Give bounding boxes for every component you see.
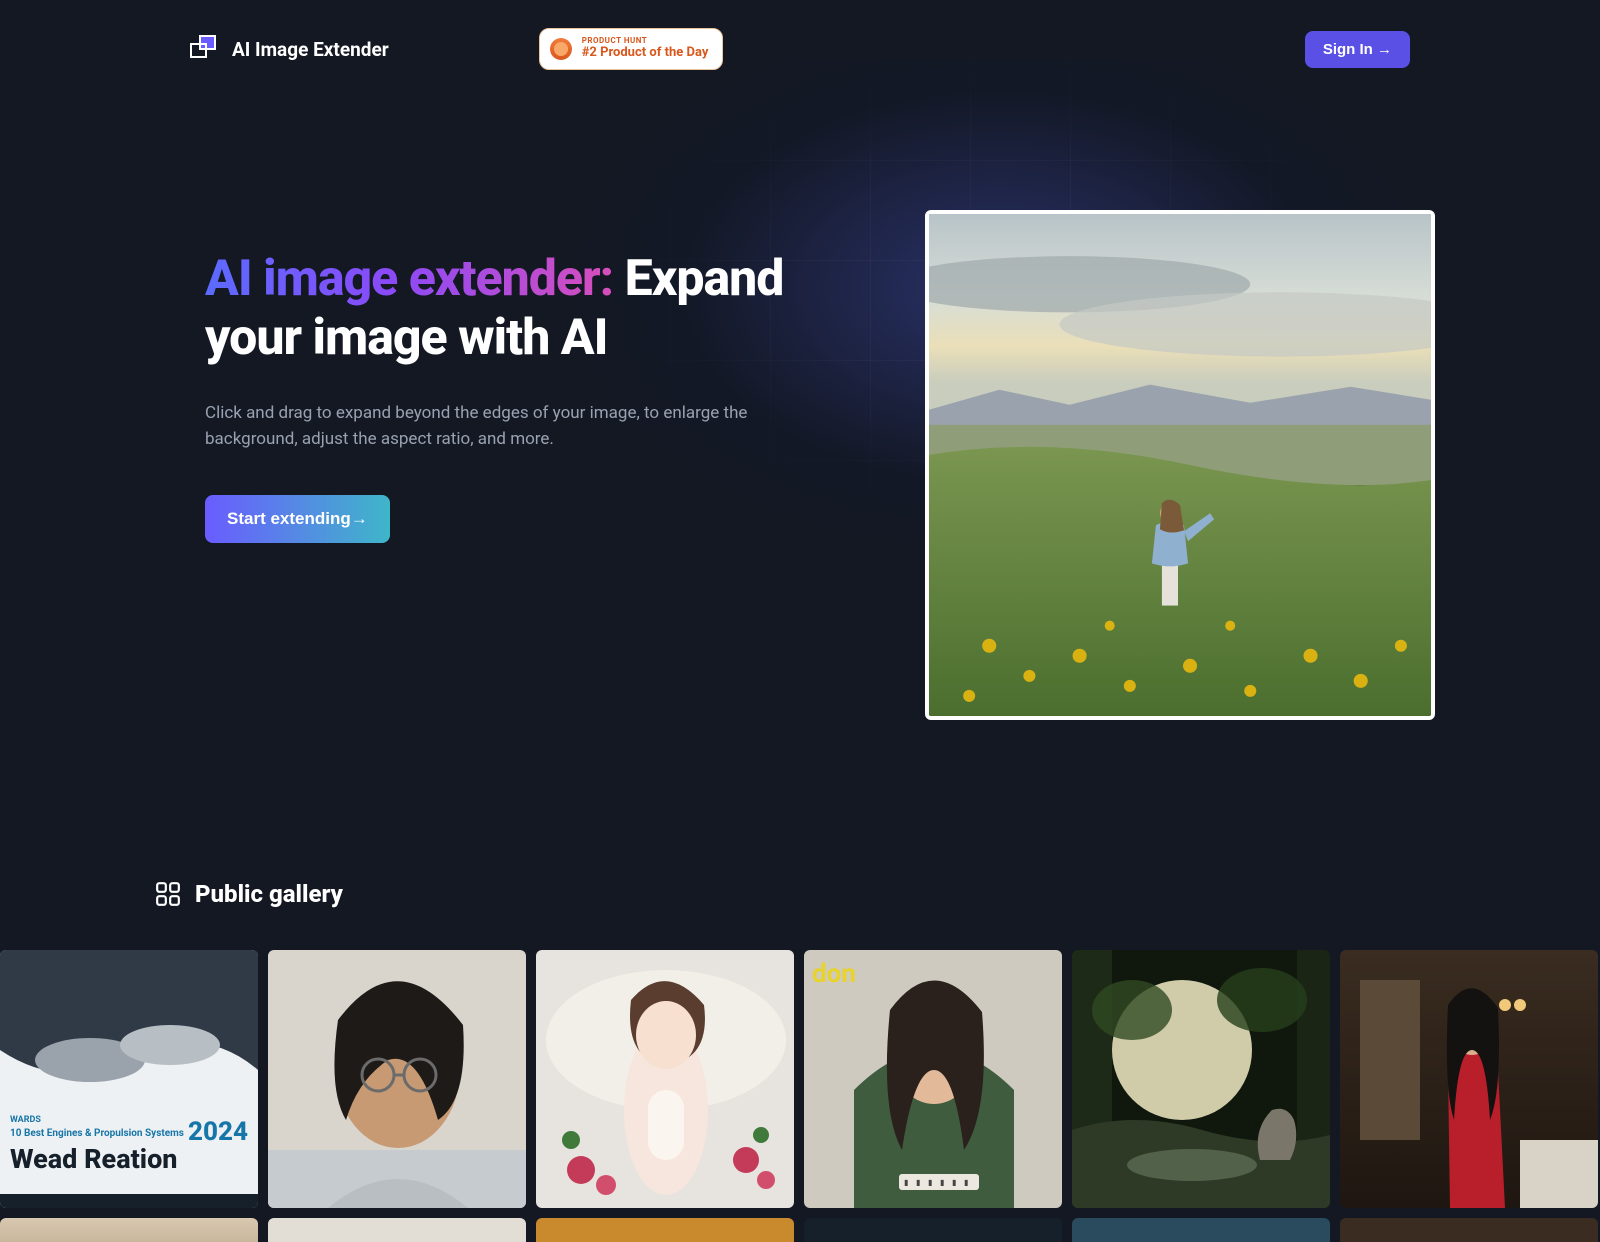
- ph-rank: #2 Product of the Day: [582, 46, 709, 60]
- gallery-item[interactable]: [1340, 950, 1598, 1208]
- logo-icon: [190, 35, 218, 63]
- medal-icon: [550, 38, 572, 60]
- gallery-item[interactable]: ▮ ▮ ▮ ▮ ▮ ▮ don: [804, 950, 1062, 1208]
- headline-gradient: AI image extender:: [205, 250, 613, 308]
- gallery-item[interactable]: [536, 1218, 794, 1242]
- gallery-item[interactable]: [268, 950, 526, 1208]
- start-extending-button[interactable]: Start extending→: [205, 495, 390, 543]
- page-title: AI image extender: Expand your image wit…: [205, 250, 885, 368]
- hero-image: [925, 210, 1435, 720]
- product-hunt-badge[interactable]: PRODUCT HUNT #2 Product of the Day: [539, 28, 724, 70]
- svg-text:Wead Reation: Wead Reation: [10, 1143, 178, 1175]
- gallery-row-partial: [0, 1218, 1600, 1242]
- svg-text:▮: ▮: [964, 1178, 968, 1187]
- gallery-title: Public gallery: [195, 880, 343, 908]
- logo[interactable]: AI Image Extender: [190, 35, 389, 63]
- app-title: AI Image Extender: [232, 38, 389, 61]
- subtitle: Click and drag to expand beyond the edge…: [205, 400, 785, 453]
- gallery-item[interactable]: [1072, 1218, 1330, 1242]
- svg-text:▮: ▮: [952, 1178, 956, 1187]
- signin-button[interactable]: Sign In →: [1305, 31, 1410, 68]
- gallery-item[interactable]: WARDS 10 Best Engines & Propulsion Syste…: [0, 950, 258, 1208]
- svg-text:▮: ▮: [904, 1178, 908, 1187]
- gallery-item[interactable]: [0, 1218, 258, 1242]
- svg-text:▮: ▮: [916, 1178, 920, 1187]
- gallery-item[interactable]: [1340, 1218, 1598, 1242]
- svg-text:▮: ▮: [940, 1178, 944, 1187]
- grid-icon: [155, 881, 181, 907]
- gallery-item[interactable]: [536, 950, 794, 1208]
- gallery-row: WARDS 10 Best Engines & Propulsion Syste…: [0, 950, 1600, 1208]
- gallery-item[interactable]: [268, 1218, 526, 1242]
- gallery-item[interactable]: [1072, 950, 1330, 1208]
- svg-text:10 Best Engines & Propulsion S: 10 Best Engines & Propulsion Systems: [10, 1128, 184, 1139]
- svg-text:don: don: [812, 959, 856, 989]
- gallery-item[interactable]: [804, 1218, 1062, 1242]
- svg-text:2024: 2024: [188, 1117, 248, 1147]
- svg-text:WARDS: WARDS: [10, 1115, 41, 1125]
- svg-text:▮: ▮: [928, 1178, 932, 1187]
